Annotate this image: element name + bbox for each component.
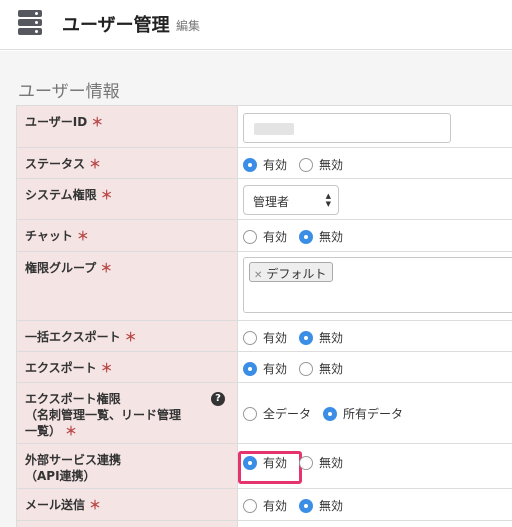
- row-chat: チャット＊ 有効 無効: [17, 220, 512, 252]
- field-label: メール送信＊: [17, 489, 238, 520]
- export-enabled-radio[interactable]: 有効: [243, 360, 287, 377]
- redacted-value: [254, 123, 294, 135]
- row-api-integration: 外部サービス連携 （API連携） 有効 無効: [17, 444, 512, 489]
- required-mark: ＊: [100, 188, 113, 202]
- row-next-partial: [17, 521, 512, 527]
- section-title: ユーザー情報: [18, 82, 120, 102]
- status-enabled-radio[interactable]: 有効: [243, 156, 287, 173]
- required-mark: ＊: [76, 229, 89, 243]
- row-mail-sending: メール送信＊ 有効 無効: [17, 489, 512, 521]
- required-mark: ＊: [89, 498, 102, 512]
- status-disabled-radio[interactable]: 無効: [299, 156, 343, 173]
- main-content: ユーザー情報 ユーザーID ＊ ステータス＊ 有効 無効 システム権限＊ 管理者 ▲…: [0, 51, 512, 527]
- export-disabled-radio[interactable]: 無効: [299, 360, 343, 377]
- export-all-data-radio[interactable]: 全データ: [243, 405, 311, 422]
- required-mark: ＊: [65, 424, 78, 438]
- page-title: ユーザー管理: [62, 15, 170, 36]
- system-authority-select[interactable]: 管理者 ▲ ▼: [243, 185, 339, 215]
- row-user-id: ユーザーID ＊: [17, 106, 512, 148]
- required-mark: ＊: [100, 261, 113, 275]
- row-system-authority: システム権限＊ 管理者 ▲ ▼: [17, 179, 512, 220]
- required-mark: ＊: [124, 330, 137, 344]
- field-label: エクスポート＊: [17, 352, 238, 382]
- field-label: チャット＊: [17, 220, 238, 251]
- required-mark: ＊: [91, 115, 104, 129]
- bulk-export-disabled-radio[interactable]: 無効: [299, 329, 343, 346]
- row-status: ステータス＊ 有効 無効: [17, 148, 512, 179]
- bulk-export-enabled-radio[interactable]: 有効: [243, 329, 287, 346]
- field-label: ステータス＊: [17, 148, 238, 178]
- row-export: エクスポート＊ 有効 無効: [17, 352, 512, 383]
- api-disabled-radio[interactable]: 無効: [299, 454, 343, 471]
- authority-group-input[interactable]: ✕ デフォルト: [243, 257, 512, 313]
- field-label: システム権限＊: [17, 179, 238, 219]
- row-export-authority: エクスポート権限 （名刺管理一覧、リード管理 一覧）＊ ? 全データ 所有データ: [17, 383, 512, 444]
- mail-disabled-radio[interactable]: 無効: [299, 497, 343, 514]
- user-id-input[interactable]: [243, 113, 451, 143]
- page-subtitle: 編集: [176, 19, 201, 33]
- export-own-data-radio[interactable]: 所有データ: [323, 405, 403, 422]
- page-header: ユーザー管理 編集: [0, 0, 512, 50]
- help-icon[interactable]: ?: [211, 392, 225, 406]
- field-label: 権限グループ＊: [17, 252, 238, 320]
- user-form: ユーザーID＊ ステータス＊ 有効 無効 システム権限＊ 管理者▲▼ チャ: [16, 105, 512, 527]
- required-mark: ＊: [100, 361, 113, 375]
- mail-enabled-radio[interactable]: 有効: [243, 497, 287, 514]
- field-label: ユーザーID ＊: [17, 106, 238, 147]
- field-label: 外部サービス連携 （API連携）: [17, 444, 238, 488]
- api-enabled-radio[interactable]: 有効: [238, 451, 302, 484]
- field-label: エクスポート権限 （名刺管理一覧、リード管理 一覧）＊ ?: [17, 383, 238, 443]
- field-label: 一括エクスポート＊: [17, 321, 238, 351]
- required-mark: ＊: [89, 157, 102, 171]
- database-icon: [18, 10, 42, 35]
- tag-chip: ✕ デフォルト: [249, 262, 334, 282]
- row-authority-group: 権限グループ＊ ✕ デフォルト: [17, 252, 512, 321]
- remove-tag-icon[interactable]: ✕: [254, 270, 262, 281]
- chat-disabled-radio[interactable]: 無効: [299, 228, 343, 245]
- row-bulk-export: 一括エクスポート＊ 有効 無効: [17, 321, 512, 352]
- select-arrows-icon: ▲ ▼: [325, 192, 331, 208]
- chat-enabled-radio[interactable]: 有効: [243, 228, 287, 245]
